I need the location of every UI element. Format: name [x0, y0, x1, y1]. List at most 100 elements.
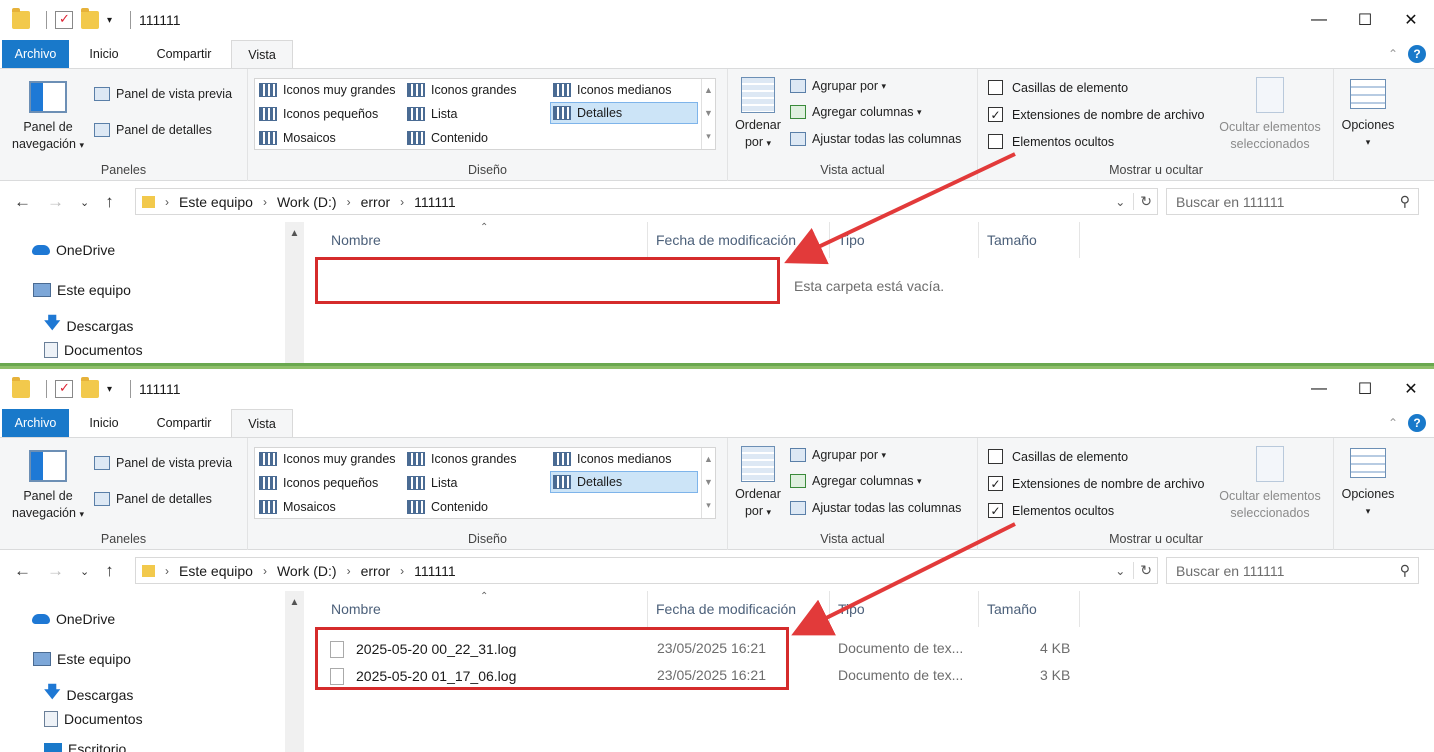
navigation-pane-button[interactable]: Panel de navegación ▾: [8, 450, 88, 523]
scroll-up-icon[interactable]: ▲: [285, 222, 304, 239]
back-arrow-icon[interactable]: ←: [14, 561, 31, 581]
breadcrumb-drive[interactable]: Work (D:): [277, 194, 337, 210]
column-size[interactable]: Tamaño: [979, 591, 1080, 627]
refresh-icon[interactable]: ↻: [1133, 193, 1152, 210]
preview-pane-button[interactable]: Panel de vista previa: [94, 87, 232, 101]
chevron-right-icon[interactable]: ›: [165, 564, 169, 578]
breadcrumb-drive[interactable]: Work (D:): [277, 563, 337, 579]
group-by-button[interactable]: Agrupar por ▾: [790, 448, 886, 462]
breadcrumb-error[interactable]: error: [361, 194, 391, 210]
layout-content[interactable]: Contenido: [405, 127, 488, 149]
checkbox[interactable]: [988, 449, 1003, 464]
add-columns-button[interactable]: Agregar columnas ▾: [790, 105, 921, 119]
tree-item-onedrive[interactable]: OneDrive: [32, 242, 115, 258]
search-input[interactable]: Buscar en 111111 ⚲: [1166, 557, 1419, 584]
maximize-button[interactable]: ☐: [1342, 0, 1388, 40]
gallery-scroll[interactable]: ▲ ▼ ▾: [701, 448, 715, 518]
tree-scrollbar[interactable]: ▲: [285, 222, 304, 363]
recent-locations-icon[interactable]: ⌄: [80, 561, 89, 581]
navigation-pane-button[interactable]: Panel de navegación ▾: [8, 81, 88, 154]
layout-large-icons[interactable]: Iconos grandes: [405, 79, 516, 101]
breadcrumb-este-equipo[interactable]: Este equipo: [179, 563, 253, 579]
layout-list[interactable]: Lista: [405, 103, 457, 125]
collapse-ribbon-icon[interactable]: ⌃: [1388, 47, 1398, 61]
item-checkboxes-toggle[interactable]: Casillas de elemento: [988, 80, 1128, 95]
layout-small-icons[interactable]: Iconos pequeños: [257, 103, 378, 125]
tab-inicio[interactable]: Inicio: [80, 409, 128, 437]
layout-small-icons[interactable]: Iconos pequeños: [257, 472, 378, 494]
layout-extra-large-icons[interactable]: Iconos muy grandes: [257, 79, 396, 101]
column-type[interactable]: Tipo: [830, 222, 979, 258]
chevron-down-icon[interactable]: ⌄: [1115, 564, 1125, 578]
breadcrumb-current[interactable]: 111111: [414, 563, 456, 579]
new-folder-icon[interactable]: [81, 377, 99, 398]
file-extensions-toggle[interactable]: ✓ Extensiones de nombre de archivo: [988, 476, 1204, 491]
layout-list[interactable]: Lista: [405, 472, 457, 494]
tab-compartir[interactable]: Compartir: [145, 40, 223, 68]
chevron-right-icon[interactable]: ›: [263, 564, 267, 578]
tree-scrollbar[interactable]: ▲: [285, 591, 304, 752]
add-columns-button[interactable]: Agregar columnas ▾: [790, 474, 921, 488]
checkbox[interactable]: [988, 80, 1003, 95]
recent-locations-icon[interactable]: ⌄: [80, 192, 89, 212]
details-pane-button[interactable]: Panel de detalles: [94, 492, 212, 506]
sort-by-button[interactable]: Ordenar por ▾: [732, 446, 784, 521]
column-date[interactable]: Fecha de modificación: [648, 222, 830, 258]
breadcrumb-current[interactable]: 111111: [414, 194, 456, 210]
layout-content[interactable]: Contenido: [405, 496, 488, 518]
sort-by-button[interactable]: Ordenar por ▾: [732, 77, 784, 152]
hide-selected-button[interactable]: Ocultar elementos seleccionados: [1214, 446, 1326, 522]
chevron-right-icon[interactable]: ›: [263, 195, 267, 209]
layout-details[interactable]: Detalles: [550, 471, 698, 493]
column-date[interactable]: Fecha de modificación: [648, 591, 830, 627]
fit-columns-button[interactable]: Ajustar todas las columnas: [790, 501, 961, 515]
close-button[interactable]: ✕: [1388, 0, 1434, 40]
tab-compartir[interactable]: Compartir: [145, 409, 223, 437]
column-size[interactable]: Tamaño: [979, 222, 1080, 258]
layout-medium-icons[interactable]: Iconos medianos: [551, 79, 672, 101]
customize-toolbar-icon[interactable]: ▾: [107, 384, 112, 395]
minimize-button[interactable]: —: [1296, 0, 1342, 40]
tree-item-este-equipo[interactable]: Este equipo: [33, 651, 131, 667]
chevron-right-icon[interactable]: ›: [400, 195, 404, 209]
tree-item-este-equipo[interactable]: Este equipo: [33, 282, 131, 298]
tab-vista[interactable]: Vista: [231, 409, 293, 438]
options-button[interactable]: Opciones ▾: [1338, 448, 1398, 520]
help-icon[interactable]: ?: [1408, 414, 1426, 432]
chevron-right-icon[interactable]: ›: [347, 195, 351, 209]
back-arrow-icon[interactable]: ←: [14, 192, 31, 212]
details-pane-button[interactable]: Panel de detalles: [94, 123, 212, 137]
properties-icon[interactable]: [55, 11, 73, 29]
checkbox[interactable]: [988, 134, 1003, 149]
tree-item-onedrive[interactable]: OneDrive: [32, 611, 115, 627]
item-checkboxes-toggle[interactable]: Casillas de elemento: [988, 449, 1128, 464]
tree-item-documentos[interactable]: Documentos: [44, 342, 143, 358]
checkbox[interactable]: ✓: [988, 503, 1003, 518]
chevron-right-icon[interactable]: ›: [165, 195, 169, 209]
forward-arrow-icon[interactable]: →: [47, 192, 64, 212]
layout-extra-large-icons[interactable]: Iconos muy grandes: [257, 448, 396, 470]
tree-item-escritorio[interactable]: Escritorio: [44, 741, 126, 752]
chevron-down-icon[interactable]: ⌄: [1115, 195, 1125, 209]
address-bar[interactable]: › Este equipo › Work (D:) › error › 1111…: [135, 188, 1158, 215]
options-button[interactable]: Opciones ▾: [1338, 79, 1398, 151]
refresh-icon[interactable]: ↻: [1133, 562, 1152, 579]
tree-item-documentos[interactable]: Documentos: [44, 711, 143, 727]
breadcrumb-este-equipo[interactable]: Este equipo: [179, 194, 253, 210]
close-button[interactable]: ✕: [1388, 369, 1434, 409]
file-extensions-toggle[interactable]: ✓ Extensiones de nombre de archivo: [988, 107, 1204, 122]
breadcrumb-error[interactable]: error: [361, 563, 391, 579]
new-folder-icon[interactable]: [81, 8, 99, 29]
scroll-up-icon[interactable]: ▲: [285, 591, 304, 608]
tab-archivo[interactable]: Archivo: [2, 40, 69, 68]
column-name[interactable]: Nombre: [323, 591, 648, 627]
forward-arrow-icon[interactable]: →: [47, 561, 64, 581]
minimize-button[interactable]: —: [1296, 369, 1342, 409]
tab-inicio[interactable]: Inicio: [80, 40, 128, 68]
hidden-items-toggle[interactable]: Elementos ocultos: [988, 134, 1114, 149]
tree-item-descargas[interactable]: 🡇 Descargas: [44, 681, 133, 708]
layout-details[interactable]: Detalles: [550, 102, 698, 124]
layout-large-icons[interactable]: Iconos grandes: [405, 448, 516, 470]
layout-medium-icons[interactable]: Iconos medianos: [551, 448, 672, 470]
tree-item-descargas[interactable]: 🡇 Descargas: [44, 312, 133, 339]
